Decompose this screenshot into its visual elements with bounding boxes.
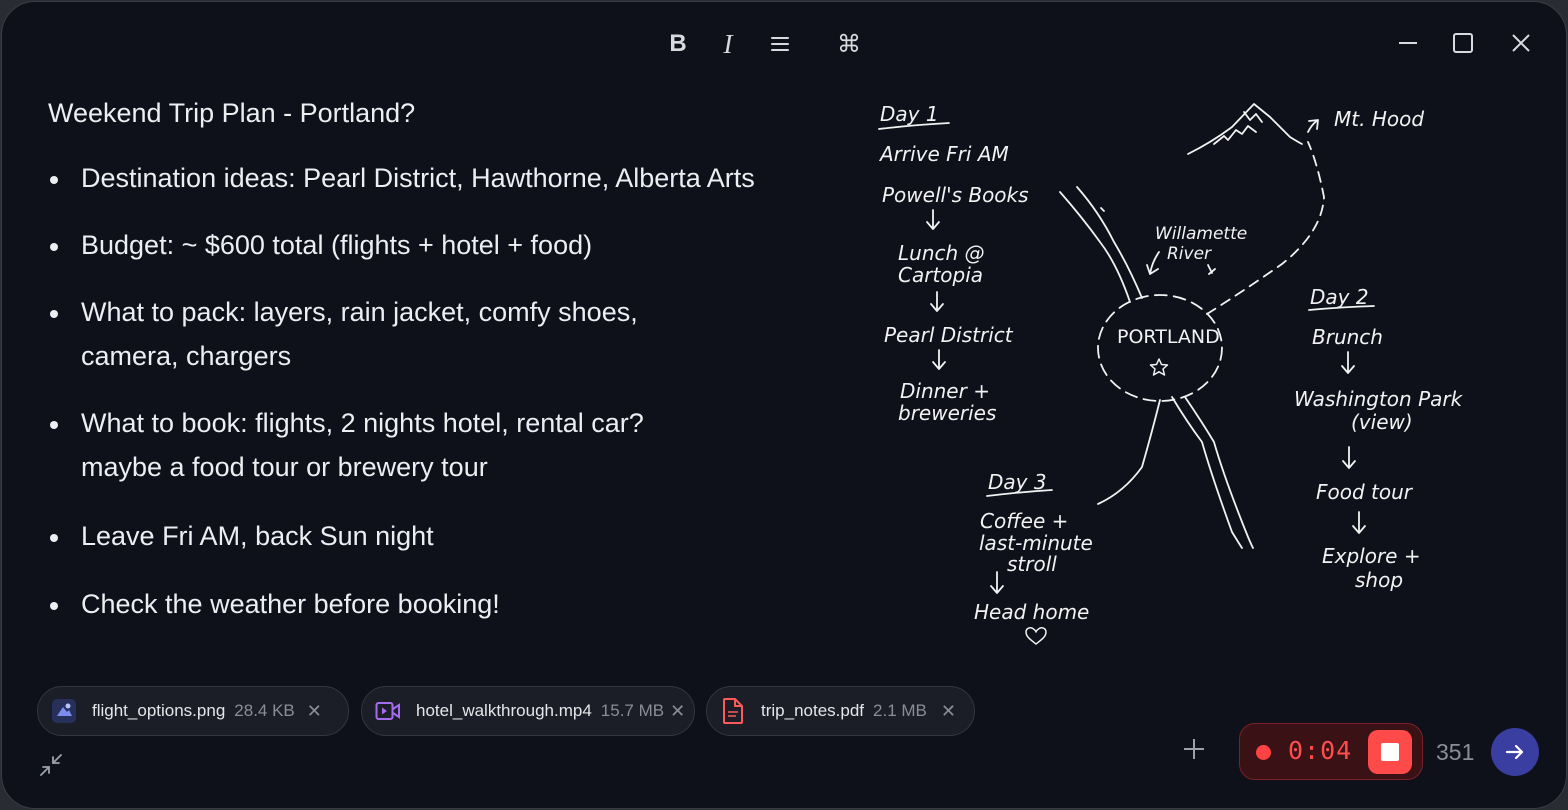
remove-attachment-button[interactable]: ✕ — [670, 701, 685, 722]
note-title[interactable]: Weekend Trip Plan - Portland? — [48, 98, 415, 129]
list-item: Destination ideas: Pearl District, Hawth… — [48, 156, 755, 200]
day1-item: Cartopia — [898, 263, 983, 287]
recording-timer: 0:04 — [1288, 736, 1353, 765]
stop-recording-button[interactable] — [1368, 730, 1412, 774]
day1-item: breweries — [898, 401, 996, 425]
list-item: Leave Fri AM, back Sun night — [48, 514, 434, 558]
day1-heading: Day 1 — [880, 102, 939, 126]
recording-indicator: 0:04 — [1239, 723, 1423, 780]
list-item: What to book: flights, 2 nights hotel, r… — [48, 401, 644, 489]
attachment-chip[interactable]: flight_options.png 28.4 KB ✕ — [37, 686, 349, 736]
bold-icon: B — [669, 30, 687, 57]
collapse-icon — [40, 754, 62, 776]
attachment-name: hotel_walkthrough.mp4 — [416, 701, 592, 720]
river-label: River — [1167, 244, 1212, 264]
list-item-text: Budget: ~ $600 total (flights + hotel + … — [81, 230, 593, 260]
day2-item: Explore + — [1322, 544, 1421, 568]
add-button[interactable] — [1178, 736, 1210, 768]
minimize-button[interactable] — [1389, 24, 1427, 62]
list-item-text: Leave Fri AM, back Sun night — [81, 521, 434, 551]
day2-item: Washington Park — [1294, 387, 1464, 411]
attachment-name: flight_options.png — [92, 701, 226, 720]
bullet-dot — [50, 310, 58, 318]
minimize-icon — [1399, 42, 1417, 44]
arrow-right-icon — [1505, 744, 1524, 760]
city-label: PORTLAND — [1117, 326, 1220, 348]
day1-item: Lunch @ — [898, 241, 985, 265]
bullet-dot — [50, 602, 58, 610]
day1-item: Arrive Fri AM — [878, 142, 1009, 166]
italic-icon: I — [723, 28, 733, 59]
day3-item: Coffee + — [980, 509, 1068, 533]
attachment-chip[interactable]: hotel_walkthrough.mp4 15.7 MB ✕ — [361, 686, 695, 736]
maximize-icon — [1453, 33, 1473, 53]
pdf-file-icon — [719, 697, 747, 725]
list-item: What to pack: layers, rain jacket, comfy… — [48, 290, 638, 378]
day1-item: Dinner + — [900, 379, 990, 403]
day3-heading: Day 3 — [988, 470, 1047, 494]
list-item-text-continued: maybe a food tour or brewery tour — [81, 452, 488, 482]
recording-dot-icon — [1256, 745, 1271, 760]
day2-heading: Day 2 — [1310, 285, 1369, 309]
collapse-button[interactable] — [36, 750, 66, 780]
bullet-dot — [50, 534, 58, 542]
list-item: Check the weather before booking! — [48, 582, 500, 626]
attachment-size: 2.1 MB — [873, 701, 927, 720]
character-count: 351 — [1436, 739, 1475, 765]
attachment-name: trip_notes.pdf — [761, 701, 865, 720]
list-item-text: Check the weather before booking! — [81, 589, 500, 619]
day2-item: Food tour — [1316, 480, 1414, 504]
day2-item: Brunch — [1312, 325, 1383, 349]
attachment-chip[interactable]: trip_notes.pdf 2.1 MB ✕ — [706, 686, 975, 736]
close-icon — [1512, 34, 1530, 52]
remove-attachment-button[interactable]: ✕ — [941, 701, 956, 722]
bullet-dot — [50, 243, 58, 251]
list-item: Budget: ~ $600 total (flights + hotel + … — [48, 223, 592, 267]
close-button[interactable] — [1502, 24, 1540, 62]
video-file-icon — [374, 697, 402, 725]
italic-button[interactable]: I — [710, 26, 746, 62]
maximize-button[interactable] — [1444, 24, 1482, 62]
remove-attachment-button[interactable]: ✕ — [307, 701, 322, 722]
day1-item: Pearl District — [884, 323, 1014, 347]
day3-item: Head home — [974, 600, 1089, 624]
format-toolbar: B I ⌘ — [2, 26, 1566, 62]
bullet-dot — [50, 421, 58, 429]
list-item-text-continued: camera, chargers — [81, 341, 292, 371]
trip-sketch: Day 1 Arrive Fri AM Powell's Books Lunch… — [878, 102, 1464, 645]
list-button[interactable] — [762, 26, 798, 62]
bold-button[interactable]: B — [660, 26, 696, 62]
attachment-size: 28.4 KB — [234, 701, 295, 720]
list-icon — [771, 37, 789, 51]
command-button[interactable]: ⌘ — [831, 26, 867, 62]
image-file-icon — [50, 697, 78, 725]
day3-item: stroll — [1007, 552, 1057, 576]
attachment-size: 15.7 MB — [600, 701, 665, 720]
command-icon: ⌘ — [837, 30, 861, 58]
list-item-text: What to book: flights, 2 nights hotel, r… — [81, 408, 644, 438]
list-item-text: What to pack: layers, rain jacket, comfy… — [81, 297, 638, 327]
send-button[interactable] — [1491, 728, 1539, 776]
list-item-text: Destination ideas: Pearl District, Hawth… — [81, 163, 755, 193]
plus-icon — [1184, 739, 1204, 759]
mountain-label: Mt. Hood — [1334, 107, 1424, 131]
day2-item: shop — [1355, 568, 1403, 592]
note-window: B I ⌘ Weekend Trip Plan - Portland? Dest… — [1, 1, 1567, 809]
river-label: Willamette — [1155, 224, 1247, 244]
bullet-dot — [50, 176, 58, 184]
day1-item: Powell's Books — [882, 183, 1029, 207]
stop-icon — [1381, 743, 1399, 761]
day2-item: (view) — [1351, 410, 1413, 434]
